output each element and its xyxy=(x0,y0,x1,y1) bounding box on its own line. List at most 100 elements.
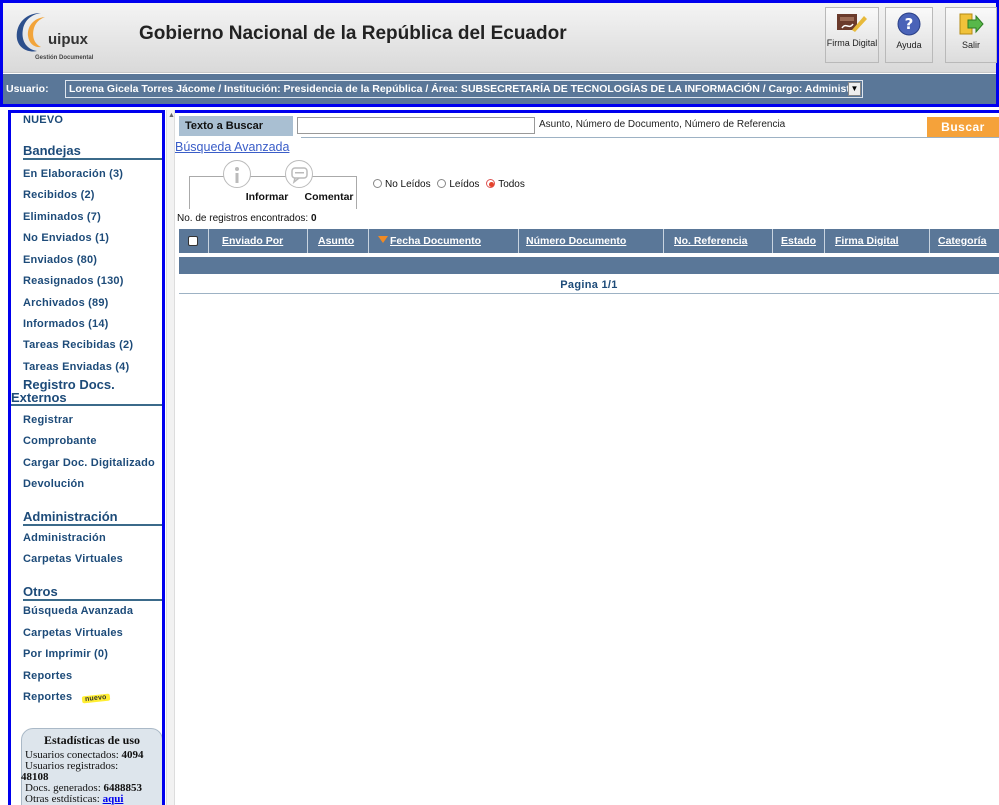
salir-button[interactable]: Salir xyxy=(945,7,997,63)
user-label: Usuario: xyxy=(6,83,49,95)
logo-name: uipux xyxy=(48,31,88,48)
select-all-checkbox[interactable] xyxy=(188,236,198,246)
column-estado[interactable]: Estado xyxy=(775,229,825,253)
table-footer-row xyxy=(179,257,999,274)
section-title-administracion: Administración xyxy=(23,509,118,524)
salir-label: Salir xyxy=(961,40,980,50)
sidebar-item-busqueda-avanzada[interactable]: Búsqueda Avanzada xyxy=(23,605,133,617)
sidebar-item-tareas-enviadas[interactable]: Tareas Enviadas (4) xyxy=(23,361,129,373)
buscar-button[interactable]: Buscar xyxy=(927,117,999,137)
chevron-down-icon[interactable]: ▼ xyxy=(848,82,861,96)
sidebar-item-carpetas-virtuales-otros[interactable]: Carpetas Virtuales xyxy=(23,627,123,639)
stats-other-label: Otras estdísticas: xyxy=(25,793,100,805)
column-asunto[interactable]: Asunto xyxy=(312,229,369,253)
records-label: No. de registros encontrados: xyxy=(177,213,309,224)
column-fecha-label: Fecha Documento xyxy=(390,235,482,247)
sidebar-item-reasignados[interactable]: Reasignados (130) xyxy=(23,275,124,287)
sidebar: NUEVO Bandejas En Elaboración (3) Recibi… xyxy=(8,110,165,805)
records-value: 0 xyxy=(310,213,317,224)
sidebar-item-informados[interactable]: Informados (14) xyxy=(23,318,109,330)
section-divider xyxy=(23,158,162,160)
search-input[interactable] xyxy=(297,117,535,134)
user-role-select[interactable]: Lorena Gicela Torres Jácome / Institució… xyxy=(65,80,863,98)
search-label: Texto a Buscar xyxy=(179,116,293,136)
filter-todos-label: Todos xyxy=(498,179,525,190)
svg-text:?: ? xyxy=(905,15,914,33)
column-no-referencia[interactable]: No. Referencia xyxy=(668,229,773,253)
stats-connected-value: 4094 xyxy=(121,749,144,761)
collapse-arrow-icon[interactable]: ▲ xyxy=(168,112,175,119)
select-all-cell xyxy=(179,229,209,253)
sidebar-item-registrar[interactable]: Registrar xyxy=(23,414,73,426)
filter-leidos-label: Leídos xyxy=(449,179,480,190)
sidebar-item-recibidos[interactable]: Recibidos (2) xyxy=(23,189,95,201)
search-underline xyxy=(301,137,999,138)
header-bar: uipux Gestión Documental Gobierno Nacion… xyxy=(3,3,997,73)
sidebar-item-devolucion[interactable]: Devolución xyxy=(23,478,84,490)
sidebar-item-no-enviados[interactable]: No Enviados (1) xyxy=(23,232,109,244)
sidebar-item-tareas-recibidas[interactable]: Tareas Recibidas (2) xyxy=(23,339,133,351)
sidebar-item-enviados[interactable]: Enviados (80) xyxy=(23,254,97,266)
firma-digital-button[interactable]: Firma Digital xyxy=(825,7,879,63)
user-role-value: Lorena Gicela Torres Jácome / Institució… xyxy=(69,83,854,95)
column-categoria[interactable]: Categoría xyxy=(932,229,999,253)
user-bar: Usuario: Lorena Gicela Torres Jácome / I… xyxy=(3,74,996,104)
page-title: Gobierno Nacional de la República del Ec… xyxy=(139,23,567,44)
section-divider xyxy=(23,599,162,601)
quipux-logo: uipux Gestión Documental xyxy=(11,9,121,65)
informar-label: Informar xyxy=(245,191,289,203)
sidebar-item-label: Reportes xyxy=(23,691,73,703)
sidebar-item-eliminados[interactable]: Eliminados (7) xyxy=(23,211,101,223)
help-icon: ? xyxy=(897,12,921,36)
comentar-label: Comentar xyxy=(304,191,354,203)
exit-icon xyxy=(959,13,984,35)
filter-no-leidos-radio[interactable] xyxy=(373,179,382,188)
advanced-search-link[interactable]: Búsqueda Avanzada xyxy=(175,140,289,154)
section-divider xyxy=(11,404,162,406)
pager-divider xyxy=(179,293,999,294)
column-numero-documento[interactable]: Número Documento xyxy=(520,229,664,253)
column-enviado-por[interactable]: Enviado Por xyxy=(216,229,308,253)
sidebar-item-en-elaboracion[interactable]: En Elaboración (3) xyxy=(23,168,123,180)
stats-title: Estadísticas de uso xyxy=(43,733,141,747)
filter-leidos-radio[interactable] xyxy=(437,179,447,188)
column-fecha-documento[interactable]: Fecha Documento xyxy=(372,229,519,253)
sidebar-item-nuevo[interactable]: NUEVO xyxy=(23,114,63,126)
firma-digital-label: Firma Digital xyxy=(826,38,878,48)
sidebar-item-carpetas-virtuales[interactable]: Carpetas Virtuales xyxy=(23,553,123,565)
sidebar-splitter[interactable]: ▲ xyxy=(166,110,175,805)
section-divider xyxy=(23,524,162,526)
sidebar-item-administracion[interactable]: Administración xyxy=(23,532,106,544)
sidebar-item-cargar-doc[interactable]: Cargar Doc. Digitalizado xyxy=(23,457,155,469)
section-title-otros: Otros xyxy=(23,584,58,599)
search-row: Texto a Buscar Asunto, Número de Documen… xyxy=(179,116,999,138)
results-table-header: Enviado Por Asunto Fecha Documento Númer… xyxy=(179,229,999,253)
sidebar-item-comprobante[interactable]: Comprobante xyxy=(23,435,97,447)
top-frame: uipux Gestión Documental Gobierno Nacion… xyxy=(0,0,999,107)
ayuda-label: Ayuda xyxy=(896,40,922,50)
ayuda-button[interactable]: ? Ayuda xyxy=(885,7,933,63)
quipux-logo-icon xyxy=(16,13,45,52)
sidebar-item-por-imprimir[interactable]: Por Imprimir (0) xyxy=(23,648,108,660)
filter-todos-radio[interactable] xyxy=(486,179,496,188)
stats-other: Otras estdísticas: aqui xyxy=(25,794,159,805)
sidebar-item-reportes-nuevo[interactable]: Reportes nuevo xyxy=(23,691,110,704)
main-panel: Texto a Buscar Asunto, Número de Documen… xyxy=(175,110,999,805)
section-title-bandejas: Bandejas xyxy=(23,143,81,158)
filter-no-leidos-label: No Leídos xyxy=(385,179,431,190)
section-title-registro-2: Externos xyxy=(11,390,67,405)
info-icon xyxy=(223,160,251,188)
stats-other-link[interactable]: aqui xyxy=(103,793,124,805)
logo-subtitle: Gestión Documental xyxy=(35,55,94,61)
sidebar-item-archivados[interactable]: Archivados (89) xyxy=(23,297,109,309)
read-filter: No Leídos Leídos Todos xyxy=(369,179,525,190)
records-count: No. de registros encontrados: 0 xyxy=(177,213,317,224)
column-firma-digital[interactable]: Firma Digital xyxy=(829,229,930,253)
search-hint: Asunto, Número de Documento, Número de R… xyxy=(539,119,786,130)
usage-stats-box: Estadísticas de uso Usuarios conectados:… xyxy=(21,728,162,805)
signature-icon xyxy=(837,14,867,32)
nuevo-badge: nuevo xyxy=(81,693,110,704)
sidebar-item-reportes[interactable]: Reportes xyxy=(23,670,72,682)
comment-icon xyxy=(285,160,313,188)
sort-desc-icon xyxy=(378,236,388,243)
